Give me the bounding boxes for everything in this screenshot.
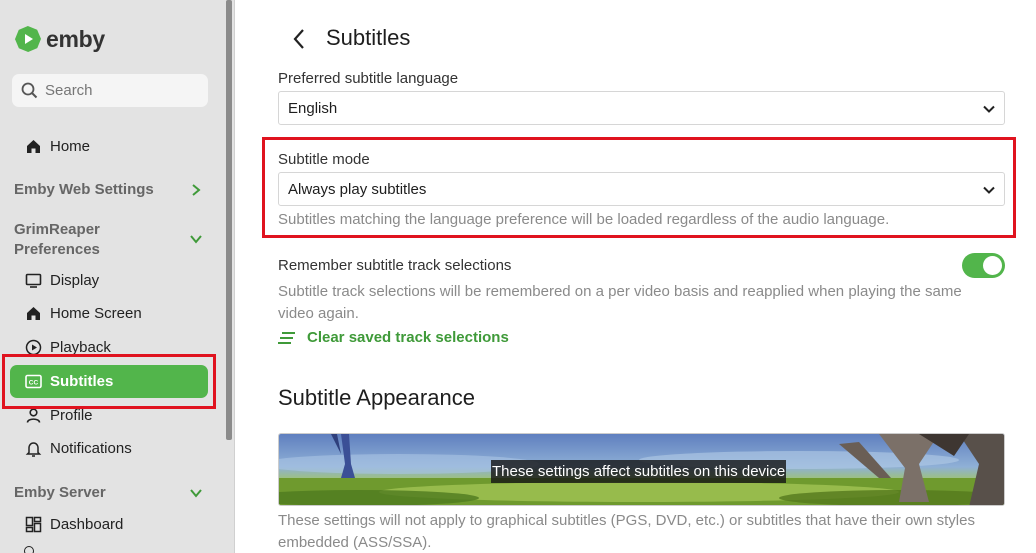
sidebar-item-label: Display xyxy=(50,272,100,289)
sidebar-item-label: Notifications xyxy=(50,440,132,457)
toggle-knob xyxy=(983,256,1002,275)
partial-icon xyxy=(24,546,34,553)
person-icon xyxy=(24,407,42,425)
highlight-box-subtitle-mode xyxy=(262,137,1016,238)
main-content: Subtitles Preferred subtitle language En… xyxy=(236,0,1036,553)
clear-saved-selections-button[interactable]: Clear saved track selections xyxy=(278,329,509,346)
sidebar-item-dashboard[interactable]: Dashboard xyxy=(10,508,208,541)
monitor-icon xyxy=(24,272,42,290)
preferred-language-select[interactable]: English xyxy=(278,91,1005,125)
section-emby-server[interactable]: Emby Server xyxy=(14,483,214,503)
chevron-down-icon[interactable] xyxy=(189,232,203,246)
sidebar-scrollbar[interactable] xyxy=(226,0,232,440)
sidebar-item-home[interactable]: Home xyxy=(10,130,208,163)
search-box[interactable] xyxy=(12,74,208,107)
preferred-language-label: Preferred subtitle language xyxy=(278,70,459,87)
sidebar-item-label: Home Screen xyxy=(50,305,142,322)
brand-name: emby xyxy=(46,25,105,52)
chevron-left-icon xyxy=(293,29,304,49)
back-button[interactable] xyxy=(288,26,310,52)
section-emby-web-settings[interactable]: Emby Web Settings xyxy=(14,180,214,200)
home-icon xyxy=(24,138,42,156)
sidebar-item-display[interactable]: Display xyxy=(10,264,208,297)
section-label: Emby Web Settings xyxy=(14,181,154,198)
section-user-preferences[interactable]: GrimReaper Preferences xyxy=(14,220,214,260)
preview-caption: These settings affect subtitles on this … xyxy=(491,460,787,483)
sidebar-item-label: Home xyxy=(50,138,91,155)
bell-icon xyxy=(24,440,42,458)
sidebar: emby Home Emby Web Settings GrimReaper P… xyxy=(0,0,235,553)
chevron-down-icon xyxy=(983,105,995,113)
section-label: Emby Server xyxy=(14,484,106,501)
section-label-line2: Preferences xyxy=(14,241,100,258)
subtitle-appearance-heading: Subtitle Appearance xyxy=(278,385,475,410)
clear-button-label: Clear saved track selections xyxy=(307,329,509,346)
emby-logo-icon xyxy=(15,26,41,52)
emby-logo[interactable]: emby xyxy=(14,24,105,54)
sidebar-item-label: Profile xyxy=(50,407,93,424)
search-input[interactable] xyxy=(45,82,195,99)
sidebar-item-notifications[interactable]: Notifications xyxy=(10,432,208,465)
search-icon xyxy=(21,82,38,99)
preferred-language-value: English xyxy=(288,99,338,117)
highlight-box-subtitles xyxy=(2,354,216,409)
home-icon xyxy=(24,305,42,323)
subtitle-preview: These settings affect subtitles on this … xyxy=(278,433,1005,506)
chevron-down-icon[interactable] xyxy=(189,486,203,500)
sidebar-item-label: Dashboard xyxy=(50,516,124,533)
page-title: Subtitles xyxy=(326,25,411,50)
sidebar-item-home-screen[interactable]: Home Screen xyxy=(10,297,208,330)
remember-selections-helper: Subtitle track selections will be rememb… xyxy=(278,283,962,322)
dashboard-icon xyxy=(24,516,42,534)
remember-selections-toggle[interactable] xyxy=(962,253,1005,278)
chevron-right-icon[interactable] xyxy=(189,183,203,197)
appearance-note: These settings will not apply to graphic… xyxy=(278,512,975,551)
clear-list-icon xyxy=(278,331,295,344)
section-label-line1: GrimReaper xyxy=(14,221,100,238)
remember-selections-label: Remember subtitle track selections xyxy=(278,257,512,274)
